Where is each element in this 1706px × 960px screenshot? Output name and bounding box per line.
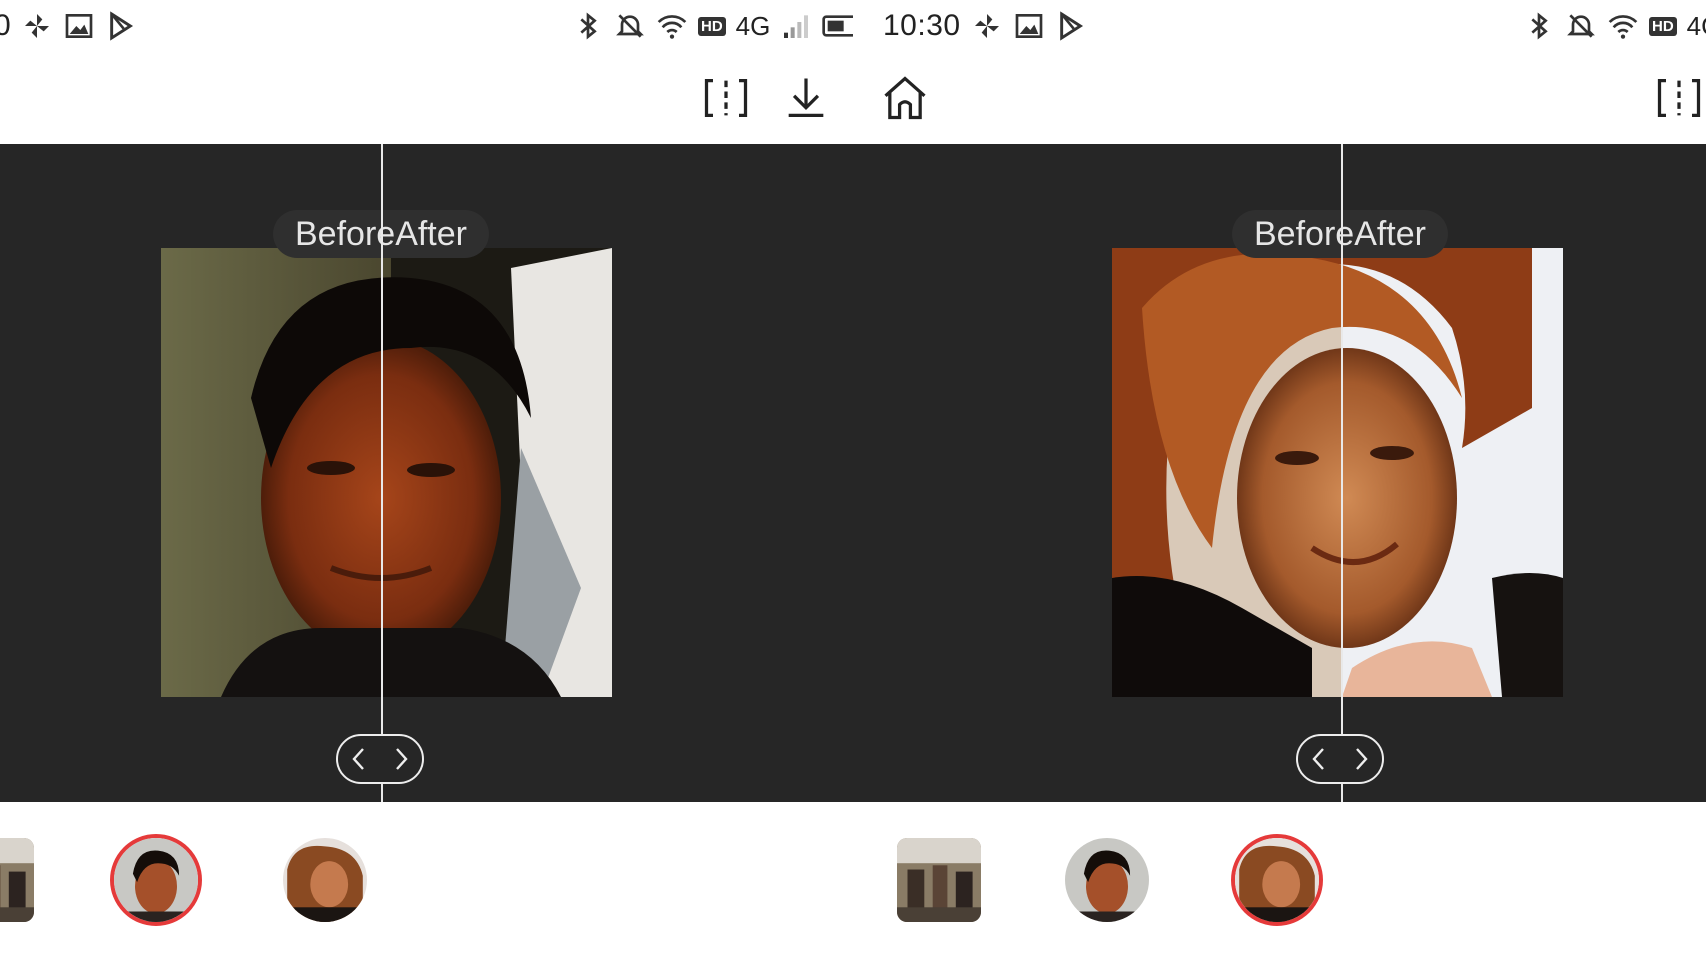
after-label: After [1354,214,1426,253]
play-store-icon [1055,10,1087,42]
toolbar [853,52,1706,144]
battery-icon [822,10,853,42]
compare-divider-line[interactable] [1341,144,1343,802]
bluetooth-icon [572,10,604,42]
comparison-photo [1112,248,1563,697]
thumbnail-group-photo[interactable] [897,838,981,922]
thumbnail-man-selected[interactable] [110,834,202,926]
compare-viewer[interactable]: Before After [853,144,1706,802]
status-left-group: 10:30 [883,0,1087,52]
after-label: After [395,214,467,253]
before-label: Before [1254,214,1355,253]
status-bar: 10:30 HD 4G [853,0,1706,52]
wifi-icon [656,10,688,42]
status-left-group: 0 [0,0,137,52]
thumbnail-strip [853,802,1706,960]
image-icon [63,10,95,42]
wifi-icon [1607,10,1639,42]
download-icon [788,78,824,117]
signal-icon [780,10,812,42]
compare-split-button[interactable] [1651,70,1706,126]
thumbnail-woman-selected[interactable] [1231,834,1323,926]
thumbnail-man[interactable] [1065,838,1149,922]
chevron-left-icon [352,748,364,770]
hd-badge: HD [1649,16,1677,36]
chevron-left-icon [1312,748,1324,770]
left-screen: 0 HD 4G Before After [0,0,853,960]
status-right-group: HD 4G [1523,0,1706,52]
compare-split-button[interactable] [698,70,754,126]
toolbar [0,52,853,144]
home-icon [884,76,926,120]
chevron-right-icon [396,748,408,770]
mute-icon [614,10,646,42]
compare-split-icon [704,79,748,117]
status-time: 0 [0,9,12,42]
thumbnail-strip [0,802,853,960]
thumbnail-group-photo[interactable] [0,838,34,922]
status-bar: 0 HD 4G [0,0,853,52]
image-icon [1013,10,1045,42]
compare-split-icon [1657,79,1701,117]
comparison-photo [161,248,612,697]
mute-icon [1565,10,1597,42]
status-time: 10:30 [883,9,961,42]
home-button[interactable] [877,70,933,126]
right-screen: 10:30 HD 4G [853,0,1706,960]
network-type: 4G [735,10,771,41]
bluetooth-icon [1523,10,1555,42]
chevron-right-icon [1356,748,1368,770]
compare-slider-handle[interactable] [336,734,424,784]
pinwheel-icon [971,10,1003,42]
compare-divider-line[interactable] [381,144,383,802]
pinwheel-icon [21,10,53,42]
before-after-label: Before After [1232,210,1448,258]
network-type: 4G [1686,10,1706,41]
compare-slider-handle[interactable] [1296,734,1384,784]
status-right-group: HD 4G [572,0,853,52]
compare-viewer[interactable]: Before After [0,144,853,802]
hd-badge: HD [698,16,726,36]
play-store-icon [105,10,137,42]
thumbnail-woman[interactable] [283,838,367,922]
download-button[interactable] [778,70,834,126]
